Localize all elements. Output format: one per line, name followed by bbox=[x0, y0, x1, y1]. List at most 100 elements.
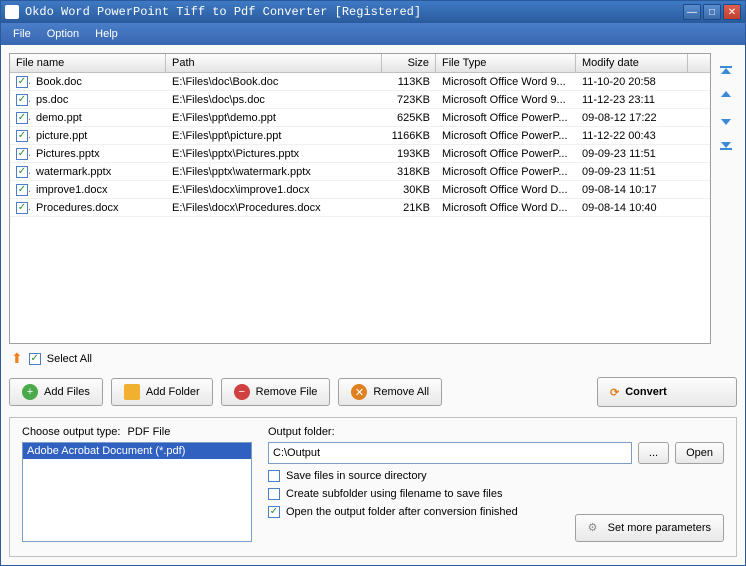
table-row[interactable]: ps.docE:\Files\doc\ps.doc723KBMicrosoft … bbox=[10, 91, 710, 109]
cell-date: 09-09-23 11:51 bbox=[576, 147, 688, 161]
cell-path: E:\Files\ppt\demo.ppt bbox=[166, 111, 382, 125]
row-checkbox[interactable] bbox=[16, 184, 28, 196]
close-button[interactable]: ✕ bbox=[723, 4, 741, 20]
move-top-button[interactable] bbox=[717, 63, 735, 81]
table-row[interactable]: improve1.docxE:\Files\docx\improve1.docx… bbox=[10, 181, 710, 199]
col-size[interactable]: Size bbox=[382, 54, 436, 72]
menu-file[interactable]: File bbox=[5, 26, 39, 42]
col-filename[interactable]: File name bbox=[10, 54, 166, 72]
cell-date: 09-09-23 11:51 bbox=[576, 165, 688, 179]
cell-path: E:\Files\doc\ps.doc bbox=[166, 93, 382, 107]
open-after-label: Open the output folder after conversion … bbox=[286, 506, 518, 518]
minimize-button[interactable]: — bbox=[683, 4, 701, 20]
file-table: File name Path Size File Type Modify dat… bbox=[9, 53, 711, 344]
open-folder-button[interactable]: Open bbox=[675, 442, 724, 464]
cell-type: Microsoft Office PowerP... bbox=[436, 111, 576, 125]
cell-path: E:\Files\doc\Book.doc bbox=[166, 75, 382, 89]
col-path[interactable]: Path bbox=[166, 54, 382, 72]
maximize-button[interactable]: □ bbox=[703, 4, 721, 20]
table-row[interactable]: Book.docE:\Files\doc\Book.doc113KBMicros… bbox=[10, 73, 710, 91]
window-title: Okdo Word PowerPoint Tiff to Pdf Convert… bbox=[25, 5, 683, 19]
cell-path: E:\Files\pptx\Pictures.pptx bbox=[166, 147, 382, 161]
row-checkbox[interactable] bbox=[16, 148, 28, 160]
up-arrow-icon: ⬆ bbox=[11, 350, 23, 367]
move-bottom-button[interactable] bbox=[717, 135, 735, 153]
folder-icon bbox=[124, 384, 140, 400]
row-checkbox[interactable] bbox=[16, 94, 28, 106]
col-type[interactable]: File Type bbox=[436, 54, 576, 72]
browse-button[interactable]: ... bbox=[638, 442, 669, 464]
output-type-value: PDF File bbox=[128, 426, 171, 438]
open-after-checkbox[interactable] bbox=[268, 506, 280, 518]
cell-size: 113KB bbox=[382, 75, 436, 89]
menu-option[interactable]: Option bbox=[39, 26, 87, 42]
cell-type: Microsoft Office PowerP... bbox=[436, 129, 576, 143]
add-files-button[interactable]: +Add Files bbox=[9, 378, 103, 406]
row-checkbox[interactable] bbox=[16, 166, 28, 178]
cell-type: Microsoft Office Word 9... bbox=[436, 93, 576, 107]
output-folder-input[interactable] bbox=[268, 442, 632, 464]
cell-type: Microsoft Office PowerP... bbox=[436, 165, 576, 179]
cell-date: 09-08-14 10:40 bbox=[576, 201, 688, 215]
cell-type: Microsoft Office Word 9... bbox=[436, 75, 576, 89]
cell-filename: Pictures.pptx bbox=[30, 147, 166, 161]
cell-date: 11-12-22 00:43 bbox=[576, 129, 688, 143]
table-row[interactable]: watermark.pptxE:\Files\pptx\watermark.pp… bbox=[10, 163, 710, 181]
add-folder-button[interactable]: Add Folder bbox=[111, 378, 213, 406]
save-source-checkbox[interactable] bbox=[268, 470, 280, 482]
table-row[interactable]: demo.pptE:\Files\ppt\demo.ppt625KBMicros… bbox=[10, 109, 710, 127]
cell-path: E:\Files\docx\Procedures.docx bbox=[166, 201, 382, 215]
remove-file-button[interactable]: −Remove File bbox=[221, 378, 331, 406]
set-more-parameters-button[interactable]: ⚙ Set more parameters bbox=[575, 514, 724, 542]
move-down-button[interactable] bbox=[717, 111, 735, 129]
create-subfolder-label: Create subfolder using filename to save … bbox=[286, 488, 502, 500]
output-folder-label: Output folder: bbox=[268, 426, 724, 438]
cell-date: 09-08-14 10:17 bbox=[576, 183, 688, 197]
select-all-checkbox[interactable] bbox=[29, 353, 41, 365]
row-checkbox[interactable] bbox=[16, 76, 28, 88]
cell-date: 09-08-12 17:22 bbox=[576, 111, 688, 125]
cell-size: 723KB bbox=[382, 93, 436, 107]
plus-icon: + bbox=[22, 384, 38, 400]
minus-icon: − bbox=[234, 384, 250, 400]
cell-size: 193KB bbox=[382, 147, 436, 161]
cell-size: 21KB bbox=[382, 201, 436, 215]
row-checkbox[interactable] bbox=[16, 202, 28, 214]
table-row[interactable]: picture.pptE:\Files\ppt\picture.ppt1166K… bbox=[10, 127, 710, 145]
cell-filename: Book.doc bbox=[30, 75, 166, 89]
row-checkbox[interactable] bbox=[16, 112, 28, 124]
cell-filename: Procedures.docx bbox=[30, 201, 166, 215]
x-icon: ✕ bbox=[351, 384, 367, 400]
convert-button[interactable]: ⟳Convert bbox=[597, 377, 737, 407]
cell-filename: demo.ppt bbox=[30, 111, 166, 125]
cell-path: E:\Files\ppt\picture.ppt bbox=[166, 129, 382, 143]
remove-all-button[interactable]: ✕Remove All bbox=[338, 378, 442, 406]
move-up-button[interactable] bbox=[717, 87, 735, 105]
convert-icon: ⟳ bbox=[610, 386, 619, 399]
cell-path: E:\Files\pptx\watermark.pptx bbox=[166, 165, 382, 179]
cell-size: 625KB bbox=[382, 111, 436, 125]
output-type-item[interactable]: Adobe Acrobat Document (*.pdf) bbox=[23, 443, 251, 459]
select-all-label: Select All bbox=[47, 353, 92, 365]
save-source-label: Save files in source directory bbox=[286, 470, 427, 482]
titlebar: Okdo Word PowerPoint Tiff to Pdf Convert… bbox=[1, 1, 745, 23]
cell-path: E:\Files\docx\improve1.docx bbox=[166, 183, 382, 197]
cell-date: 11-12-23 23:11 bbox=[576, 93, 688, 107]
cell-filename: improve1.docx bbox=[30, 183, 166, 197]
output-type-list[interactable]: Adobe Acrobat Document (*.pdf) bbox=[22, 442, 252, 542]
cell-size: 318KB bbox=[382, 165, 436, 179]
table-row[interactable]: Procedures.docxE:\Files\docx\Procedures.… bbox=[10, 199, 710, 217]
cell-filename: watermark.pptx bbox=[30, 165, 166, 179]
app-icon bbox=[5, 5, 19, 19]
cell-type: Microsoft Office Word D... bbox=[436, 201, 576, 215]
cell-size: 30KB bbox=[382, 183, 436, 197]
menubar: File Option Help bbox=[1, 23, 745, 45]
cell-type: Microsoft Office PowerP... bbox=[436, 147, 576, 161]
create-subfolder-checkbox[interactable] bbox=[268, 488, 280, 500]
menu-help[interactable]: Help bbox=[87, 26, 126, 42]
col-date[interactable]: Modify date bbox=[576, 54, 688, 72]
table-row[interactable]: Pictures.pptxE:\Files\pptx\Pictures.pptx… bbox=[10, 145, 710, 163]
row-checkbox[interactable] bbox=[16, 130, 28, 142]
cell-type: Microsoft Office Word D... bbox=[436, 183, 576, 197]
gear-icon: ⚙ bbox=[588, 521, 602, 535]
